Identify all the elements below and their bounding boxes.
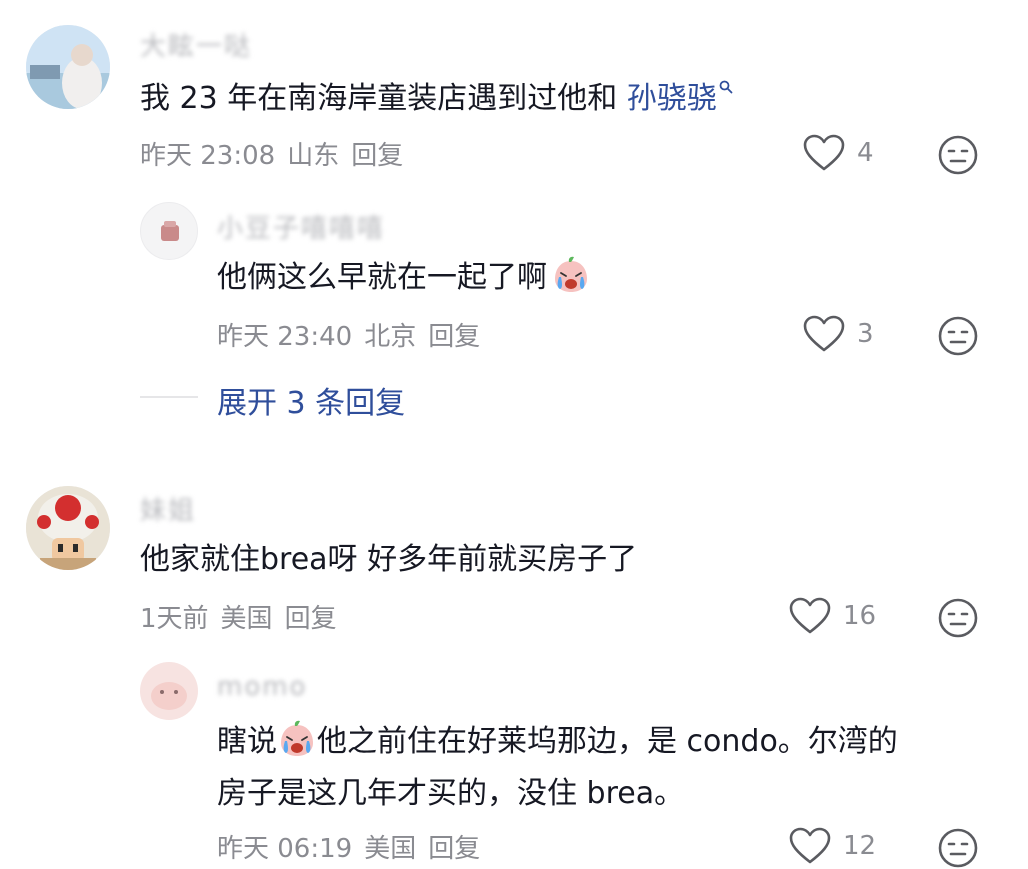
heart-icon[interactable] <box>803 315 845 353</box>
avatar[interactable] <box>140 662 198 720</box>
heart-icon[interactable] <box>789 597 831 635</box>
reply-button[interactable]: 回复 <box>428 322 480 352</box>
comment-location: 美国 <box>220 604 273 634</box>
dislike-face-icon[interactable] <box>937 827 979 869</box>
comment-location: 山东 <box>287 141 340 171</box>
comment-time: 昨天 23:08 <box>140 141 276 171</box>
comment-text: 我 23 年在南海岸童装店遇到过他和 孙骁骁 <box>140 73 733 125</box>
heart-icon[interactable] <box>803 134 845 172</box>
search-icon[interactable] <box>719 80 733 94</box>
avatar[interactable] <box>140 202 198 260</box>
reply-username[interactable]: 小豆子嘻嘻嘻 <box>217 208 385 245</box>
reply-text-body: 他俩这么早就在一起了啊 <box>217 260 547 295</box>
heart-icon[interactable] <box>789 827 831 865</box>
reply-text-line2: 房子是这几年才买的，没住 brea。 <box>217 776 685 811</box>
comment-meta: 昨天 23:08 山东 回复 <box>140 135 403 172</box>
expand-divider <box>140 396 198 398</box>
reply-text-line1: 瞎说 他之前住在好莱坞那边，是 condo。尔湾的 <box>217 716 898 768</box>
reply-time: 昨天 06:19 <box>217 834 353 864</box>
reply-button[interactable]: 回复 <box>351 141 403 171</box>
comment-username[interactable]: 大眩一哒 <box>140 26 252 63</box>
comment-time: 1天前 <box>140 604 209 634</box>
comment-meta: 1天前 美国 回复 <box>140 598 337 635</box>
crying-emoji-icon <box>277 719 317 759</box>
mention-link[interactable]: 孙骁骁 <box>627 81 717 116</box>
reply-text-body: 他之前住在好莱坞那边，是 condo。尔湾的 <box>317 724 898 759</box>
dislike-face-icon[interactable] <box>937 597 979 639</box>
reply-text-body: 瞎说 <box>217 724 277 759</box>
reply-location: 北京 <box>364 322 417 352</box>
reply-meta: 昨天 06:19 美国 回复 <box>217 828 480 865</box>
like-count: 12 <box>843 831 877 861</box>
comment-text: 他家就住brea呀 好多年前就买房子了 <box>140 542 638 577</box>
reply-username[interactable]: momo <box>217 672 307 702</box>
reply-meta: 昨天 23:40 北京 回复 <box>217 316 480 353</box>
dislike-face-icon[interactable] <box>937 134 979 176</box>
reply-text: 他俩这么早就在一起了啊 <box>217 252 591 304</box>
reply-location: 美国 <box>364 834 417 864</box>
reply-time: 昨天 23:40 <box>217 322 353 352</box>
avatar[interactable] <box>26 25 110 109</box>
like-count: 4 <box>857 138 874 168</box>
like-count: 3 <box>857 319 874 349</box>
comment-text-body: 我 23 年在南海岸童装店遇到过他和 <box>140 81 627 116</box>
dislike-face-icon[interactable] <box>937 315 979 357</box>
like-count: 16 <box>843 601 877 631</box>
reply-button[interactable]: 回复 <box>428 834 480 864</box>
avatar[interactable] <box>26 486 110 570</box>
comment-username[interactable]: 妹姐 <box>140 490 196 527</box>
expand-replies-button[interactable]: 展开 3 条回复 <box>217 378 405 422</box>
crying-emoji-icon <box>551 255 591 295</box>
reply-button[interactable]: 回复 <box>285 604 337 634</box>
